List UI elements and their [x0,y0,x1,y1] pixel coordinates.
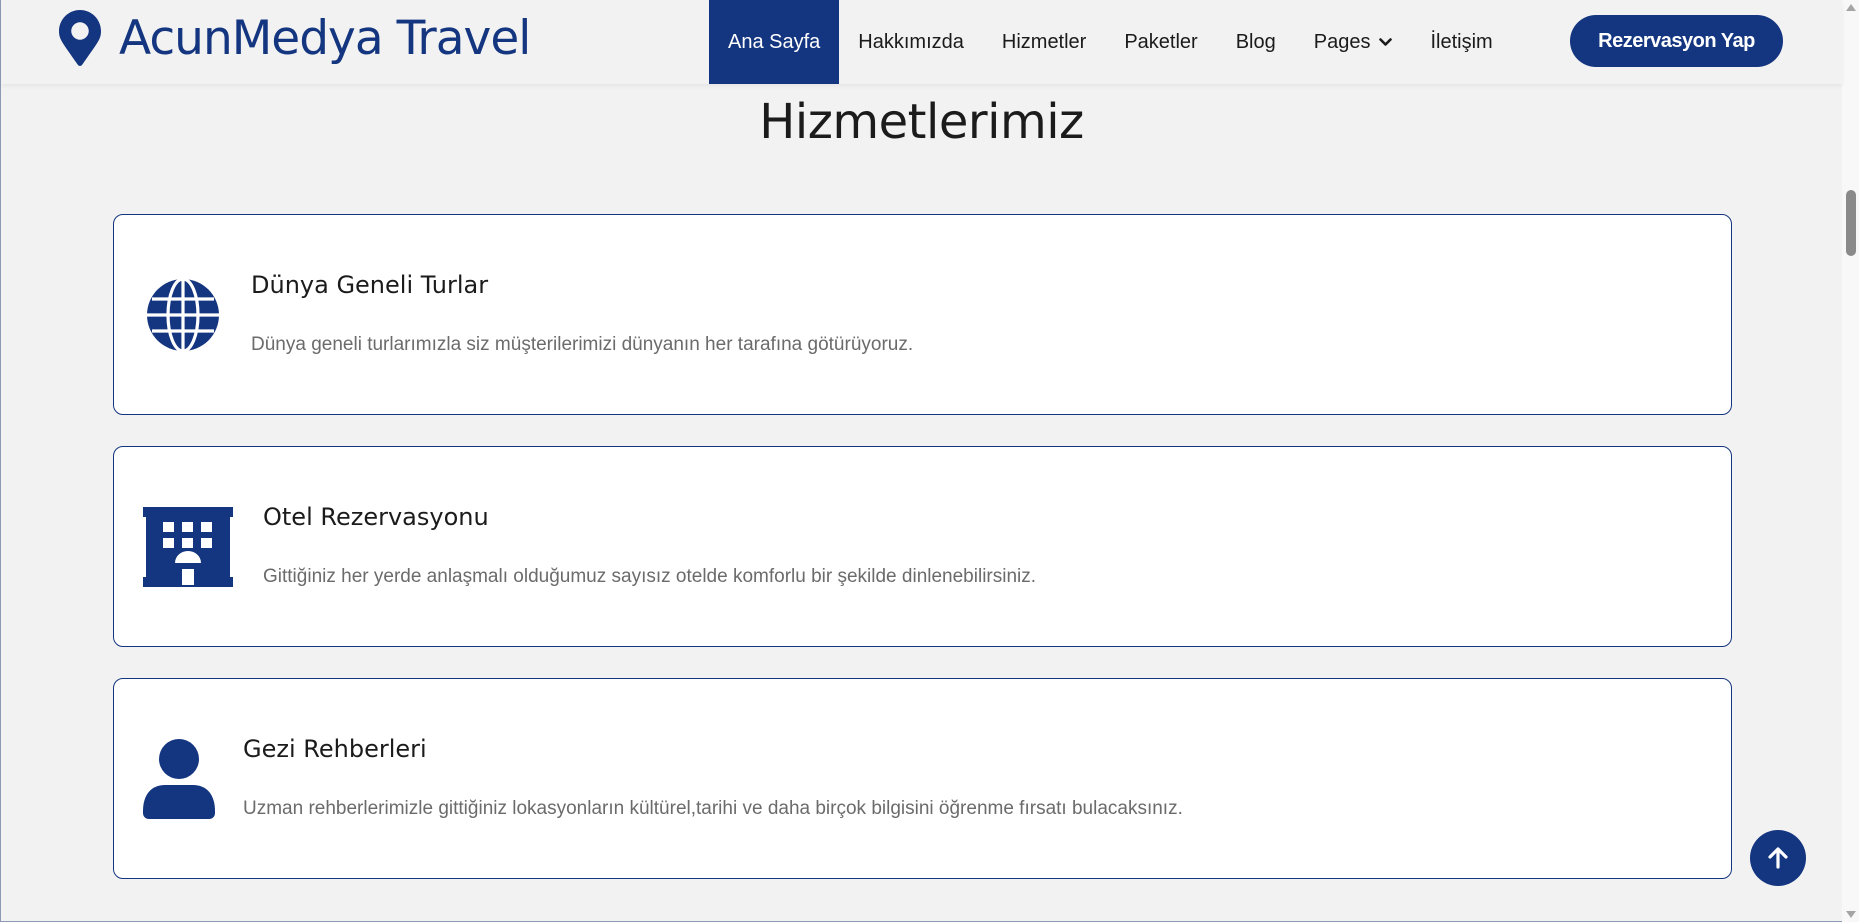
card-title: Gezi Rehberleri [243,735,427,763]
scrollbar-thumb[interactable] [1846,190,1856,256]
main-nav: Ana Sayfa Hakkımızda Hizmetler Paketler … [709,0,1512,84]
nav-item-hizmetler[interactable]: Hizmetler [983,0,1105,84]
nav-label: Blog [1235,30,1276,53]
service-card-hotel-reservation: Otel Rezervasyonu Gittiğiniz her yerde a… [113,446,1732,647]
back-to-top-button[interactable] [1750,830,1806,886]
arrow-up-icon [1768,847,1788,869]
brand-name: AcunMedya Travel [119,10,531,66]
page: AcunMedya Travel Ana Sayfa Hakkımızda Hi… [0,0,1859,922]
nav-label: Paketler [1124,30,1198,53]
reservation-button[interactable]: Rezervasyon Yap [1570,15,1783,67]
nav-item-ana-sayfa[interactable]: Ana Sayfa [709,0,840,84]
vertical-scrollbar[interactable] [1842,0,1859,922]
nav-label: Hakkımızda [858,30,964,53]
chevron-down-icon [1379,37,1393,46]
nav-item-paketler[interactable]: Paketler [1105,0,1216,84]
section-title: Hizmetlerimiz [759,94,1084,150]
scroll-down-icon[interactable] [1846,911,1856,918]
navbar: AcunMedya Travel Ana Sayfa Hakkımızda Hi… [1,0,1842,84]
nav-item-pages-dropdown[interactable]: Pages [1295,0,1412,84]
user-icon [143,739,215,819]
card-description: Dünya geneli turlarımızla siz müşteriler… [251,334,914,355]
globe-icon [147,277,219,353]
nav-label: İletişim [1430,30,1493,53]
scroll-up-icon[interactable] [1846,4,1856,11]
service-card-tour-guides: Gezi Rehberleri Uzman rehberlerimizle gi… [113,678,1732,879]
nav-label: Pages [1313,30,1371,53]
brand-logo[interactable]: AcunMedya Travel [59,10,531,66]
map-pin-icon [59,10,101,66]
nav-label: Hizmetler [1001,30,1087,53]
card-description: Gittiğiniz her yerde anlaşmalı olduğumuz… [263,566,1037,587]
service-card-world-tours: Dünya Geneli Turlar Dünya geneli turları… [113,214,1732,415]
card-title: Dünya Geneli Turlar [251,271,489,299]
card-description: Uzman rehberlerimizle gittiğiniz lokasyo… [243,798,1183,819]
nav-item-iletisim[interactable]: İletişim [1411,0,1511,84]
nav-item-blog[interactable]: Blog [1217,0,1295,84]
nav-label: Ana Sayfa [728,30,821,53]
hotel-icon [143,507,233,587]
nav-item-hakkimizda[interactable]: Hakkımızda [839,0,983,84]
card-title: Otel Rezervasyonu [263,503,489,531]
